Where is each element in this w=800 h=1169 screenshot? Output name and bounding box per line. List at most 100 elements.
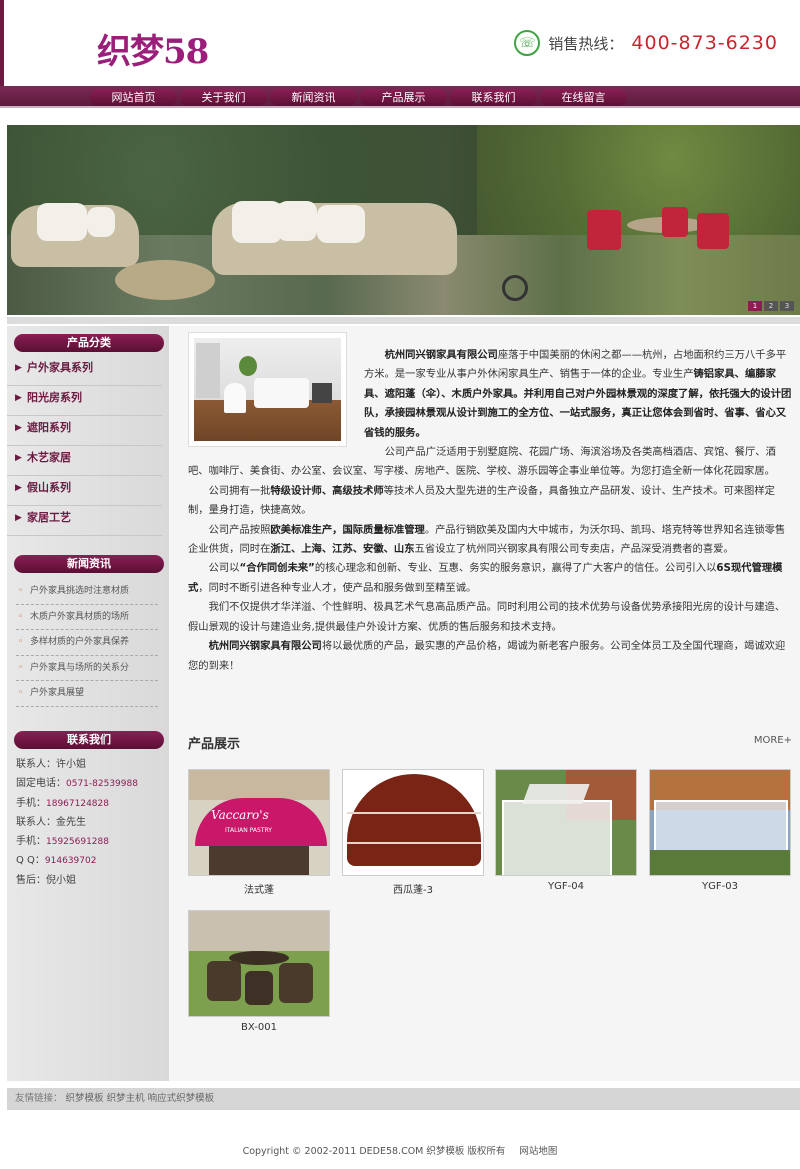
product-card[interactable]: YGF-04: [495, 769, 637, 892]
text-span: 欧美标准生产，国际质量标准管理: [270, 523, 425, 536]
product-caption[interactable]: 法式蓬: [188, 881, 330, 896]
product-caption[interactable]: YGF-04: [495, 881, 637, 892]
category-title: 产品分类: [14, 334, 164, 352]
news-link[interactable]: 户外家具挑选时注意材质: [30, 586, 129, 596]
category-label: 家居工艺: [27, 511, 71, 524]
product-card[interactable]: Vaccaro's ITALIAN PASTRY 法式蓬: [188, 769, 330, 896]
category-item[interactable]: ▶ 户外家具系列: [7, 356, 162, 386]
product-caption[interactable]: 西瓜蓬-3: [342, 881, 484, 896]
category-item[interactable]: ▶ 假山系列: [7, 476, 162, 506]
friend-links-items[interactable]: 织梦模板 织梦主机 响应式织梦模板: [66, 1093, 215, 1104]
product-caption[interactable]: YGF-03: [649, 881, 791, 892]
main-nav: 网站首页 关于我们 新闻资讯 产品展示 联系我们 在线留言: [0, 86, 800, 108]
text-span: 浙江、上海、江苏、安徽、山东: [270, 543, 415, 556]
contact-value: 倪小姐: [46, 874, 76, 886]
contact-value: 0571-82539988: [66, 779, 138, 790]
about-paragraph: 我们不仅提供才华洋溢、个性鲜明、极具艺术气息高品质产品。同时利用公司的技术优势与…: [188, 601, 786, 633]
product-image[interactable]: [342, 769, 484, 876]
product-caption[interactable]: BX-001: [188, 1022, 330, 1033]
category-label: 假山系列: [27, 481, 71, 494]
contact-value: 金先生: [56, 816, 86, 828]
news-item[interactable]: ◦ 多样材质的户外家具保养: [16, 630, 158, 656]
text-span: 公司以: [208, 562, 240, 575]
text-span: 公司产品按照: [208, 523, 271, 536]
hotline: ☏ 销售热线： 400-873-6230: [514, 30, 778, 56]
text-span: “合作同创未来”: [239, 562, 315, 575]
contact-label: 固定电话：: [16, 778, 66, 790]
bullet-icon: ◦: [18, 637, 24, 647]
about-paragraph: 公司拥有一批特级设计师、高级技术师等技术人员及大型先进的生产设备，具备独立产品研…: [188, 482, 792, 521]
product-card[interactable]: BX-001: [188, 910, 330, 1033]
contact-label: 手机：: [16, 836, 46, 848]
products-more-link[interactable]: MORE+: [754, 735, 792, 746]
arrow-right-icon: ▶: [15, 453, 22, 463]
nav-item-products[interactable]: 产品展示: [360, 89, 447, 106]
contact-value: 914639702: [44, 856, 97, 867]
nav-item-contact[interactable]: 联系我们: [450, 89, 537, 106]
contact-value: 15925691288: [46, 837, 109, 848]
arrow-right-icon: ▶: [15, 483, 22, 493]
hotline-label: 销售热线：: [548, 34, 624, 53]
banner-pager: 1 2 3: [746, 301, 794, 311]
bullet-icon: ◦: [18, 688, 24, 698]
product-image[interactable]: [188, 910, 330, 1017]
news-item[interactable]: ◦ 户外家具挑选时注意材质: [16, 579, 158, 605]
bullet-icon: ◦: [18, 586, 24, 596]
banner-dot[interactable]: 1: [748, 301, 762, 311]
site-logo[interactable]: 织梦58: [97, 24, 209, 73]
news-list: ◦ 户外家具挑选时注意材质 ◦ 木质户外家具材质的场所 ◦ 多样材质的户外家具保养 ◦…: [16, 579, 158, 707]
category-label: 阳光房系列: [27, 391, 82, 404]
category-item[interactable]: ▶ 家居工艺: [7, 506, 162, 536]
contact-info: 联系人：许小姐 固定电话：0571-82539988 手机： 1896712482…: [16, 755, 166, 890]
text-span: ，同时不断引进各种专业人才，使产品和服务做到至精至诚。: [198, 581, 477, 594]
arrow-right-icon: ▶: [15, 363, 22, 373]
phone-circle-icon: ☏: [514, 30, 541, 56]
about-paragraph: 公司产品按照欧美标准生产，国际质量标准管理。产品行销欧美及国内大中城市，为沃尔玛…: [188, 521, 792, 560]
awning-subsign: ITALIAN PASTRY: [225, 827, 272, 834]
contact-row: Q Q：914639702: [16, 851, 166, 870]
product-image[interactable]: [649, 769, 791, 876]
contact-value: 18967124828: [46, 798, 109, 809]
text-span: 特级设计师、高级技术师: [270, 484, 384, 497]
hero-banner[interactable]: 1 2 3: [7, 125, 800, 315]
products-title: 产品展示: [188, 737, 241, 752]
nav-item-about[interactable]: 关于我们: [180, 89, 267, 106]
news-link[interactable]: 户外家具与场所的关系分: [30, 663, 129, 673]
nav-item-home[interactable]: 网站首页: [90, 89, 177, 106]
news-item[interactable]: ◦ 木质户外家具材质的场所: [16, 605, 158, 630]
about-paragraph: 杭州同兴钢家具有限公司将以最优质的产品，最实惠的产品价格，竭诚为新老客户服务。公…: [188, 637, 792, 676]
product-card[interactable]: 西瓜蓬-3: [342, 769, 484, 896]
contact-row: 联系人：许小姐: [16, 755, 166, 774]
products-header: 产品展示 MORE+: [188, 733, 792, 753]
category-item[interactable]: ▶ 阳光房系列: [7, 386, 162, 416]
text-span: 杭州同兴钢家具有限公司: [208, 640, 322, 653]
text-span: 五省设立了杭州同兴钢家具有限公司专卖店，产品深受消费者的喜爱。: [414, 543, 734, 556]
nav-item-message[interactable]: 在线留言: [540, 89, 627, 106]
product-image[interactable]: Vaccaro's ITALIAN PASTRY: [188, 769, 330, 876]
category-item[interactable]: ▶ 遮阳系列: [7, 416, 162, 446]
contact-row: 售后：倪小姐: [16, 871, 166, 890]
contact-row: 固定电话：0571-82539988: [16, 774, 166, 793]
about-text: 杭州同兴钢家具有限公司座落于中国美丽的休闲之都——杭州，占地面积约三万八千多平方…: [188, 346, 792, 676]
news-item[interactable]: ◦ 户外家具展望: [16, 681, 158, 707]
arrow-right-icon: ▶: [15, 423, 22, 433]
category-list: ▶ 户外家具系列 ▶ 阳光房系列 ▶ 遮阳系列 ▶ 木艺家居 ▶ 假山系列 ▶ 家居工艺: [7, 356, 162, 536]
contact-label: Q Q：: [16, 855, 45, 867]
contact-label: 联系人：: [16, 816, 56, 828]
arrow-right-icon: ▶: [15, 393, 22, 403]
nav-item-news[interactable]: 新闻资讯: [270, 89, 357, 106]
news-link[interactable]: 户外家具展望: [30, 688, 84, 698]
category-item[interactable]: ▶ 木艺家居: [7, 446, 162, 476]
product-image[interactable]: [495, 769, 637, 876]
contact-row: 手机：15925691288: [16, 832, 166, 851]
news-link[interactable]: 多样材质的户外家具保养: [30, 637, 129, 647]
news-title: 新闻资讯: [14, 555, 164, 573]
about-paragraph: 公司以“合作同创未来”的核心理念和创新、专业、互惠、务实的服务意识，赢得了广大客…: [188, 559, 792, 598]
sitemap-link[interactable]: 网站地图: [519, 1146, 557, 1157]
banner-dot[interactable]: 2: [764, 301, 778, 311]
arrow-right-icon: ▶: [15, 513, 22, 523]
news-item[interactable]: ◦ 户外家具与场所的关系分: [16, 656, 158, 681]
banner-dot[interactable]: 3: [780, 301, 794, 311]
news-link[interactable]: 木质户外家具材质的场所: [30, 612, 129, 622]
product-card[interactable]: YGF-03: [649, 769, 791, 892]
